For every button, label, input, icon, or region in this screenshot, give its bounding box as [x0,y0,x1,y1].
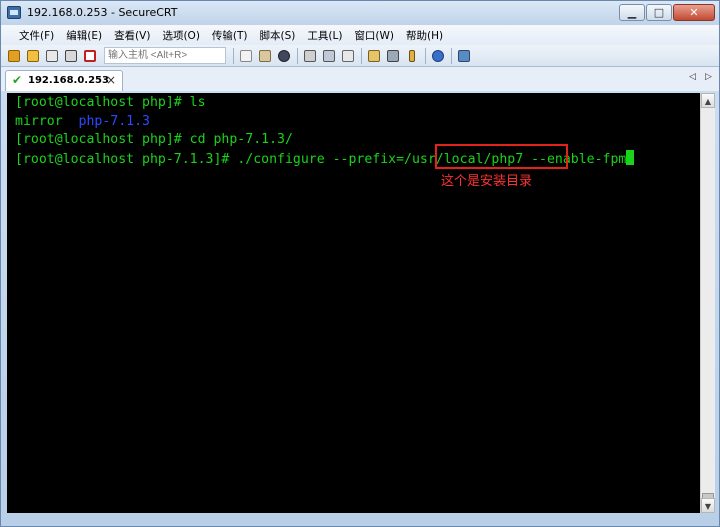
shell-prompt: [root@localhost php]# [15,95,190,110]
connect-icon[interactable] [6,48,23,64]
listing-directory: php-7.1.3 [78,114,150,129]
close-icon: ✕ [689,6,699,19]
install-path-highlight [435,144,568,169]
menu-bar: 文件(F) 编辑(E) 查看(V) 选项(O) 传输(T) 脚本(S) 工具(L… [1,25,719,45]
log-icon[interactable] [340,48,357,64]
print-setup-icon[interactable] [321,48,338,64]
menu-script[interactable]: 脚本(S) [254,28,302,43]
toolbar-separator [233,47,234,64]
menu-view[interactable]: 查看(V) [108,28,156,43]
toolbar-separator [361,47,362,64]
terminal-scrollbar[interactable]: ▲ ▼ [700,93,715,513]
securecrt-app-icon[interactable] [7,6,21,19]
session-tab-bar: ✔ 192.168.0.253 × ◁ ▷ [1,67,719,91]
terminal-screen[interactable]: [root@localhost php]# ls mirror php-7.1.… [7,93,700,513]
keymap-icon[interactable] [404,48,421,64]
securecrt-window: 192.168.0.253 - SecureCRT ▁ □ ✕ 文件(F) 编辑… [0,0,720,527]
session-tab[interactable]: ✔ 192.168.0.253 × [5,70,123,91]
window-title: 192.168.0.253 - SecureCRT [27,6,178,19]
sftp-icon[interactable] [456,48,473,64]
quick-connect-input[interactable] [104,47,226,64]
terminal-line: mirror php-7.1.3 [15,113,150,132]
maximize-button[interactable]: □ [646,4,672,21]
listing-file: mirror [15,114,79,129]
toolbar [1,45,719,67]
copy-icon[interactable] [238,48,255,64]
paste-icon[interactable] [257,48,274,64]
terminal-cursor [626,150,635,165]
shell-command: cd php-7.1.3/ [189,132,293,147]
minimize-button[interactable]: ▁ [619,4,645,21]
menu-options[interactable]: 选项(O) [156,28,205,43]
maximize-icon: □ [653,6,665,19]
tab-prev-icon[interactable]: ◁ [689,72,696,82]
help-icon[interactable] [430,48,447,64]
tab-next-icon[interactable]: ▷ [705,72,712,82]
title-bar[interactable]: 192.168.0.253 - SecureCRT ▁ □ ✕ [1,1,719,25]
session-tab-label: 192.168.0.253 [28,75,109,86]
reconnect-icon[interactable] [63,48,80,64]
session-options-icon[interactable] [366,48,383,64]
install-dir-annotation: 这个是安装目录 [441,174,533,189]
shell-command: ./configure --prefix= [237,152,405,167]
terminal-line: [root@localhost php]# cd php-7.1.3/ [15,131,293,150]
menu-file[interactable]: 文件(F) [13,28,60,43]
window-controls: ▁ □ ✕ [619,4,715,21]
quick-connect-icon[interactable] [25,48,42,64]
find-icon[interactable] [276,48,293,64]
terminal-line: [root@localhost php]# ls [15,94,206,113]
disconnect-icon[interactable] [82,48,99,64]
scroll-up-icon[interactable]: ▲ [701,93,715,108]
close-button[interactable]: ✕ [673,4,715,21]
tab-close-icon[interactable]: × [106,73,116,87]
shell-prompt: [root@localhost php-7.1.3]# [15,152,238,167]
toolbar-separator [425,47,426,64]
connect-tab-icon[interactable] [44,48,61,64]
menu-help[interactable]: 帮助(H) [400,28,449,43]
global-options-icon[interactable] [385,48,402,64]
menu-edit[interactable]: 编辑(E) [60,28,108,43]
menu-transfer[interactable]: 传输(T) [206,28,254,43]
toolbar-separator [297,47,298,64]
shell-command: ls [189,95,206,110]
menu-window[interactable]: 窗口(W) [348,28,400,43]
print-icon[interactable] [302,48,319,64]
toolbar-separator [451,47,452,64]
shell-prompt: [root@localhost php]# [15,132,190,147]
minimize-icon: ▁ [627,6,637,19]
scroll-down-icon[interactable]: ▼ [701,498,715,513]
menu-tools[interactable]: 工具(L) [301,28,348,43]
connected-check-icon: ✔ [12,73,23,87]
